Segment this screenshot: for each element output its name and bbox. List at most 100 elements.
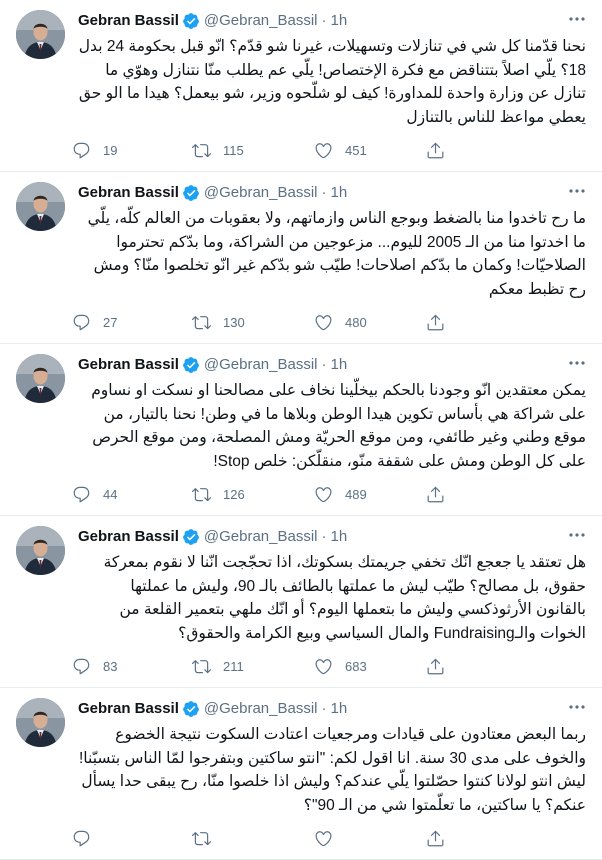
retweet-count: 115: [223, 142, 244, 158]
share-button[interactable]: [426, 829, 466, 848]
reply-button[interactable]: 19: [72, 141, 192, 160]
tweet-text: ما رح تاخدوا منا بالضغط وبوجع الناس وازم…: [87, 210, 586, 298]
more-dots-icon[interactable]: [566, 696, 588, 718]
tweet-actions: 44 126 489: [72, 473, 588, 515]
reply-count: 19: [103, 142, 118, 158]
author-name[interactable]: Gebran Bassil: [78, 354, 179, 376]
retweet-button[interactable]: 130: [192, 313, 314, 332]
more-dots-icon[interactable]: [566, 352, 588, 374]
timestamp[interactable]: 1h: [331, 698, 348, 720]
author-handle[interactable]: @Gebran_Bassil: [204, 10, 318, 32]
retweet-button[interactable]: [192, 829, 314, 848]
share-button[interactable]: [426, 313, 466, 332]
avatar[interactable]: [16, 526, 65, 575]
heart-icon: [314, 657, 333, 676]
share-icon: [426, 313, 445, 332]
reply-count: 83: [103, 658, 118, 674]
timeline-feed: Gebran Bassil @Gebran_Bassil · 1h نحنا ق…: [0, 0, 602, 860]
avatar-photo: [16, 698, 65, 747]
share-icon: [426, 657, 445, 676]
avatar[interactable]: [16, 182, 65, 231]
tweet-actions: [72, 817, 588, 859]
tweet[interactable]: Gebran Bassil @Gebran_Bassil · 1h هل تعت…: [0, 516, 602, 688]
tweet-header: Gebran Bassil @Gebran_Bassil · 1h: [78, 182, 588, 204]
separator-dot: ·: [321, 12, 327, 29]
tweet[interactable]: Gebran Bassil @Gebran_Bassil · 1h ما رح …: [0, 172, 602, 344]
share-icon: [426, 829, 445, 848]
like-button[interactable]: 489: [314, 485, 426, 504]
retweet-icon: [192, 657, 211, 676]
like-count: 451: [345, 142, 367, 158]
retweet-icon: [192, 141, 211, 160]
share-button[interactable]: [426, 141, 466, 160]
author-handle[interactable]: @Gebran_Bassil: [204, 698, 318, 720]
retweet-button[interactable]: 211: [192, 657, 314, 676]
reply-button[interactable]: 27: [72, 313, 192, 332]
reply-icon: [72, 657, 91, 676]
tweet-text: ربما البعض معتادون على قيادات ومرجعيات ا…: [79, 726, 586, 814]
separator-dot: ·: [321, 528, 327, 545]
reply-button[interactable]: [72, 829, 192, 848]
author-handle[interactable]: @Gebran_Bassil: [204, 354, 318, 376]
reply-icon: [72, 141, 91, 160]
timestamp[interactable]: 1h: [331, 182, 348, 204]
retweet-button[interactable]: 126: [192, 485, 314, 504]
tweet-actions: 19 115 451: [72, 129, 588, 171]
verified-badge-icon: [182, 356, 200, 374]
avatar-photo: [16, 10, 65, 59]
verified-badge-icon: [182, 184, 200, 202]
heart-icon: [314, 313, 333, 332]
author-handle[interactable]: @Gebran_Bassil: [204, 526, 318, 548]
tweet-header: Gebran Bassil @Gebran_Bassil · 1h: [78, 354, 588, 376]
tweet-text: يمكن معتقدين انّو وجودنا بالحكم بيخلّينا…: [91, 382, 586, 470]
avatar-photo: [16, 182, 65, 231]
author-name[interactable]: Gebran Bassil: [78, 182, 179, 204]
tweet-text: نحنا قدّمنا كل شي في تنازلات وتسهيلات، غ…: [78, 38, 586, 126]
like-button[interactable]: 683: [314, 657, 426, 676]
retweet-icon: [192, 485, 211, 504]
reply-icon: [72, 485, 91, 504]
more-dots-icon[interactable]: [566, 524, 588, 546]
heart-icon: [314, 485, 333, 504]
heart-icon: [314, 141, 333, 160]
retweet-icon: [192, 313, 211, 332]
like-button[interactable]: 480: [314, 313, 426, 332]
verified-badge-icon: [182, 12, 200, 30]
tweet-header: Gebran Bassil @Gebran_Bassil · 1h: [78, 10, 588, 32]
share-button[interactable]: [426, 485, 466, 504]
like-count: 683: [345, 658, 367, 674]
separator-dot: ·: [321, 356, 327, 373]
more-dots-icon[interactable]: [566, 8, 588, 30]
author-name[interactable]: Gebran Bassil: [78, 526, 179, 548]
avatar[interactable]: [16, 698, 65, 747]
avatar-photo: [16, 354, 65, 403]
heart-icon: [314, 829, 333, 848]
tweet[interactable]: Gebran Bassil @Gebran_Bassil · 1h ربما ا…: [0, 688, 602, 860]
author-name[interactable]: Gebran Bassil: [78, 698, 179, 720]
avatar[interactable]: [16, 10, 65, 59]
retweet-count: 211: [223, 658, 244, 674]
tweet-header: Gebran Bassil @Gebran_Bassil · 1h: [78, 698, 588, 720]
timestamp[interactable]: 1h: [331, 10, 348, 32]
separator-dot: ·: [321, 184, 327, 201]
more-dots-icon[interactable]: [566, 180, 588, 202]
author-name[interactable]: Gebran Bassil: [78, 10, 179, 32]
verified-badge-icon: [182, 700, 200, 718]
share-button[interactable]: [426, 657, 466, 676]
reply-button[interactable]: 83: [72, 657, 192, 676]
avatar[interactable]: [16, 354, 65, 403]
retweet-count: 130: [223, 314, 245, 330]
tweet[interactable]: Gebran Bassil @Gebran_Bassil · 1h يمكن م…: [0, 344, 602, 516]
share-icon: [426, 485, 445, 504]
like-button[interactable]: 451: [314, 141, 426, 160]
reply-count: 44: [103, 486, 118, 502]
timestamp[interactable]: 1h: [331, 526, 348, 548]
like-button[interactable]: [314, 829, 426, 848]
retweet-button[interactable]: 115: [192, 141, 314, 160]
tweet[interactable]: Gebran Bassil @Gebran_Bassil · 1h نحنا ق…: [0, 0, 602, 172]
reply-button[interactable]: 44: [72, 485, 192, 504]
tweet-header: Gebran Bassil @Gebran_Bassil · 1h: [78, 526, 588, 548]
timestamp[interactable]: 1h: [331, 354, 348, 376]
author-handle[interactable]: @Gebran_Bassil: [204, 182, 318, 204]
avatar-photo: [16, 526, 65, 575]
